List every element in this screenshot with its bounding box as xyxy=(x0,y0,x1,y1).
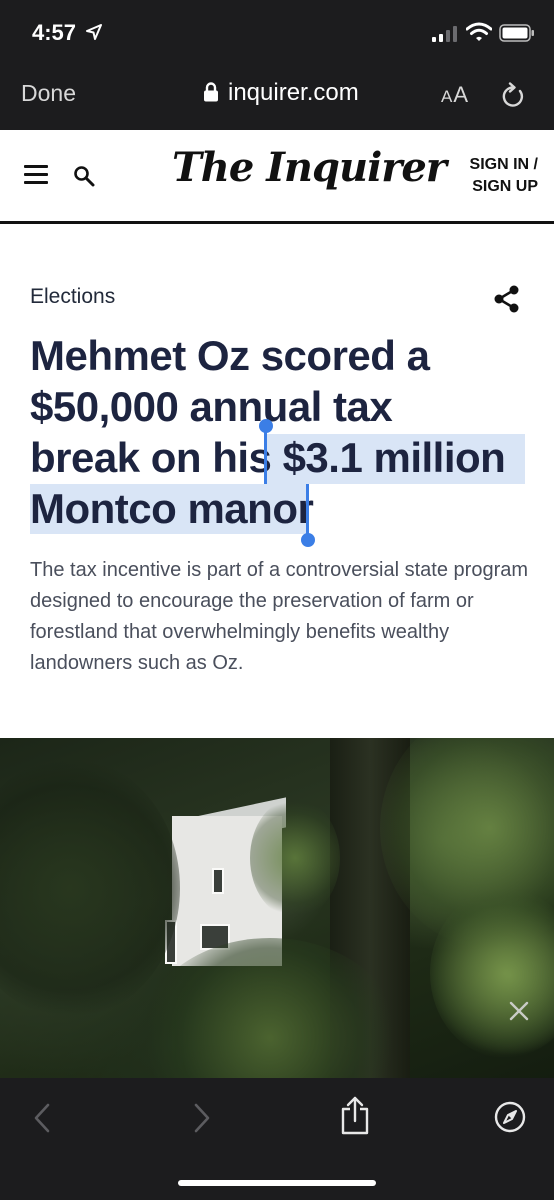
headline-line: break on his $3.1 million xyxy=(30,432,530,483)
share-icon[interactable] xyxy=(492,284,522,314)
done-button[interactable]: Done xyxy=(21,80,76,107)
lock-icon xyxy=(204,82,218,102)
compass-icon[interactable] xyxy=(494,1101,526,1133)
headline-plain-text: break on his xyxy=(30,434,283,481)
safari-address-bar: Done inquirer.com AA xyxy=(0,64,554,130)
search-icon[interactable] xyxy=(73,165,95,187)
menu-icon[interactable] xyxy=(24,165,48,185)
headline-selected-text[interactable]: Montco manor xyxy=(30,483,530,534)
selection-end-caret xyxy=(306,484,309,538)
home-indicator[interactable] xyxy=(178,1180,376,1186)
section-label[interactable]: Elections xyxy=(30,285,115,309)
house-window xyxy=(212,868,224,894)
sign-in-line2: SIGN UP xyxy=(472,178,538,195)
headline-line: $50,000 annual tax xyxy=(30,383,393,430)
wifi-icon xyxy=(466,22,492,41)
article-dek: The tax incentive is part of a controver… xyxy=(30,559,529,674)
back-chevron-icon[interactable] xyxy=(32,1102,52,1134)
location-arrow-icon xyxy=(86,24,102,40)
share-sheet-icon[interactable] xyxy=(339,1096,371,1136)
status-time: 4:57 xyxy=(32,20,77,45)
forward-chevron-icon[interactable] xyxy=(192,1102,212,1134)
close-icon[interactable] xyxy=(508,1000,530,1022)
url-text[interactable]: inquirer.com xyxy=(228,79,359,107)
text-size-large-a: A xyxy=(453,82,470,107)
sign-in-link[interactable]: SIGN IN / SIGN UP xyxy=(470,154,538,198)
text-size-button[interactable]: AA xyxy=(441,82,469,108)
article-photo[interactable] xyxy=(0,738,554,1078)
selection-start-caret xyxy=(264,428,267,484)
foliage xyxy=(250,798,340,918)
reload-icon[interactable] xyxy=(501,82,527,110)
selection-end-handle[interactable] xyxy=(301,533,315,547)
cellular-signal-icon xyxy=(432,26,457,42)
text-size-small-a: A xyxy=(441,87,454,106)
sign-in-line1: SIGN IN / xyxy=(469,156,538,173)
site-logo[interactable]: The Inquirer xyxy=(172,144,447,191)
headline-selected-text[interactable]: $3.1 million xyxy=(283,434,506,481)
battery-icon xyxy=(499,24,534,42)
site-header: The Inquirer SIGN IN / SIGN UP xyxy=(0,130,554,224)
foliage xyxy=(0,758,180,1018)
headline-line: Mehmet Oz scored a xyxy=(30,332,430,379)
article-headline: Mehmet Oz scored a $50,000 annual tax br… xyxy=(30,330,530,534)
status-bar: 4:57 xyxy=(0,0,554,64)
